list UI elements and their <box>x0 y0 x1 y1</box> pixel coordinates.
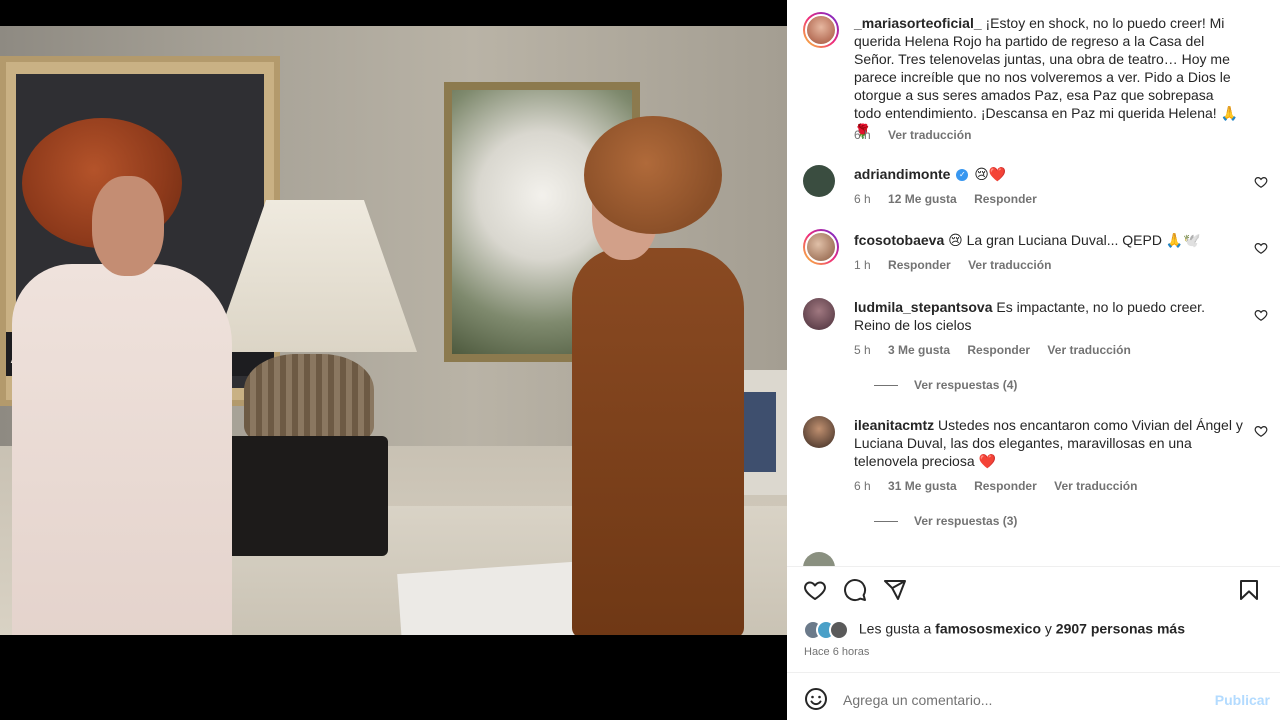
comment-time[interactable]: 6 h <box>854 192 871 206</box>
reply-button[interactable]: Responder <box>974 192 1037 206</box>
comment-likes[interactable]: 3 Me gusta <box>888 343 950 357</box>
woman-left <box>12 264 232 635</box>
comment-time[interactable]: 6 h <box>854 479 871 493</box>
liked-by-prefix: Les gusta a <box>858 620 932 637</box>
commenter-avatar[interactable] <box>803 552 835 566</box>
video-player[interactable]: A DUVAL <box>0 26 787 635</box>
woman-right <box>572 248 744 635</box>
comments-list[interactable]: _mariasorteoficial_ ¡Estoy en shock, no … <box>787 0 1280 566</box>
liked-by-user[interactable]: famososmexico <box>935 621 1041 637</box>
post-timestamp[interactable]: Hace 6 horas <box>804 646 869 658</box>
commenter-avatar[interactable] <box>803 416 835 448</box>
comment-text: 😢 La gran Luciana Duval... QEPD 🙏🕊️ <box>948 232 1201 248</box>
commenter-avatar[interactable] <box>803 298 835 330</box>
verified-badge-icon: ✓ <box>956 169 969 182</box>
comment-time[interactable]: 1 h <box>854 258 871 272</box>
emoji-icon[interactable] <box>804 687 828 711</box>
publish-button[interactable]: Publicar <box>1215 692 1270 708</box>
likes-summary: Les gusta a famososmexico y 2907 persona… <box>803 620 1185 642</box>
comment-icon[interactable] <box>843 578 867 602</box>
comment-likes[interactable]: 12 Me gusta <box>888 192 957 206</box>
comment-like-heart-icon[interactable] <box>1254 241 1268 255</box>
comment-likes[interactable]: 31 Me gusta <box>888 479 957 493</box>
comment-composer: Publicar <box>787 673 1280 720</box>
media-panel: A DUVAL <box>0 0 787 720</box>
bookmark-icon[interactable] <box>1237 578 1261 602</box>
comment-input[interactable] <box>843 685 1203 715</box>
author-username[interactable]: _mariasorteoficial_ <box>854 15 982 31</box>
send-icon[interactable] <box>883 578 907 602</box>
commenter-avatar[interactable] <box>803 165 835 197</box>
author-avatar[interactable] <box>803 12 839 48</box>
caption-time[interactable]: 6 h <box>854 128 871 142</box>
caption-text: ¡Estoy en shock, no lo puedo creer! Mi q… <box>854 15 1238 139</box>
reply-button[interactable]: Responder <box>974 479 1037 493</box>
comment-username[interactable]: ludmila_stepantsova <box>854 299 993 315</box>
liked-by-joiner: y <box>1044 620 1052 637</box>
comment-like-heart-icon[interactable] <box>1254 424 1268 438</box>
comment-username[interactable]: fcosotobaeva <box>854 232 944 248</box>
comment-translate[interactable]: Ver traducción <box>968 258 1051 272</box>
reply-button[interactable]: Responder <box>967 343 1030 357</box>
comment-like-heart-icon[interactable] <box>1254 175 1268 189</box>
comment-username[interactable]: ileanitacmtz <box>854 417 934 433</box>
post-actions <box>803 578 1264 602</box>
instagram-post-modal: A DUVAL _mar <box>0 0 1280 720</box>
comment-like-heart-icon[interactable] <box>1254 308 1268 322</box>
view-replies-button[interactable]: Ver respuestas (3) <box>874 514 1017 528</box>
liker-avatar[interactable] <box>829 620 849 640</box>
comment-text: 😢❤️ <box>974 166 1007 182</box>
reply-button[interactable]: Responder <box>888 258 951 272</box>
post-sidebar: _mariasorteoficial_ ¡Estoy en shock, no … <box>787 0 1280 720</box>
heart-icon[interactable] <box>803 578 827 602</box>
view-replies-button[interactable]: Ver respuestas (4) <box>874 378 1017 392</box>
comment-username[interactable]: adriandimonte <box>854 166 950 182</box>
caption-translate[interactable]: Ver traducción <box>888 128 971 142</box>
comment-time[interactable]: 5 h <box>854 343 871 357</box>
liked-by-others[interactable]: 2907 personas más <box>1056 621 1185 637</box>
comment-translate[interactable]: Ver traducción <box>1047 343 1130 357</box>
comment-translate[interactable]: Ver traducción <box>1054 479 1137 493</box>
commenter-avatar[interactable] <box>803 229 839 265</box>
divider <box>787 566 1280 567</box>
